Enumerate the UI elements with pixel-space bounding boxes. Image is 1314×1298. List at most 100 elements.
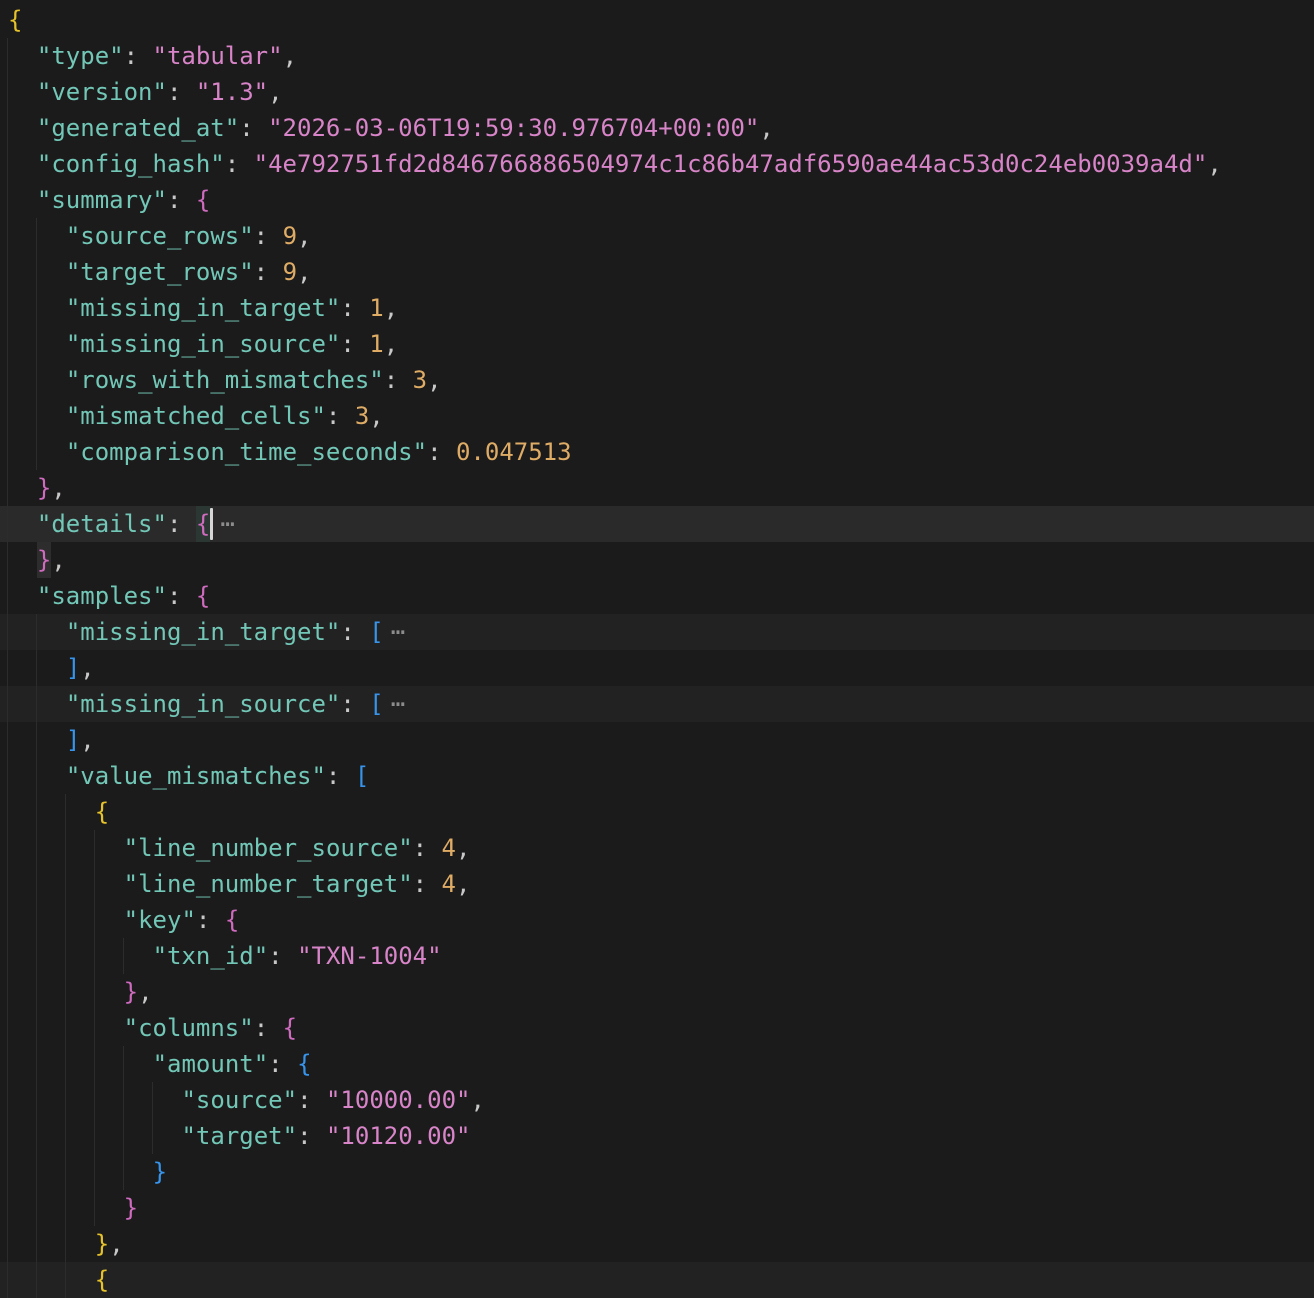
code-line[interactable]: }, (0, 542, 1314, 578)
bracket-match: } (37, 542, 51, 578)
code-line[interactable]: "missing_in_source": [… (0, 686, 1314, 722)
code-line[interactable]: { (0, 2, 1314, 38)
indent-guide-line (65, 974, 66, 1010)
indent-guide-line (36, 1082, 37, 1118)
indent-guide-line (7, 866, 8, 902)
code-line[interactable]: "comparison_time_seconds": 0.047513 (0, 434, 1314, 470)
code-line[interactable]: "version": "1.3", (0, 74, 1314, 110)
code-line[interactable]: "details": {… (0, 506, 1314, 542)
code-line[interactable]: ], (0, 650, 1314, 686)
indent-guide-line (94, 1046, 95, 1082)
code-editor[interactable]: {"type": "tabular","version": "1.3","gen… (0, 0, 1314, 1298)
code-line[interactable]: "mismatched_cells": 3, (0, 398, 1314, 434)
code-line[interactable]: "columns": { (0, 1010, 1314, 1046)
code-line[interactable]: { (0, 1262, 1314, 1298)
indent-guide-line (7, 614, 8, 650)
code-line[interactable]: ], (0, 722, 1314, 758)
code-line[interactable]: "summary": { (0, 182, 1314, 218)
indent-guide-line (36, 902, 37, 938)
code-line[interactable]: "missing_in_source": 1, (0, 326, 1314, 362)
indent-guide-line (65, 1046, 66, 1082)
indent-guide-line (7, 470, 8, 506)
indent-guide-line (36, 1010, 37, 1046)
json-punctuation: : (167, 186, 196, 214)
indent-guide-line (123, 1082, 124, 1118)
code-line[interactable]: "missing_in_target": 1, (0, 290, 1314, 326)
json-punctuation: , (384, 330, 398, 358)
code-line[interactable]: { (0, 794, 1314, 830)
code-line[interactable]: "line_number_source": 4, (0, 830, 1314, 866)
bracket-pink: { (196, 582, 210, 610)
json-punctuation: : (413, 834, 442, 862)
indent-guide-line (7, 830, 8, 866)
code-line-text: { (0, 2, 1314, 38)
code-line[interactable]: }, (0, 470, 1314, 506)
code-line-text: "version": "1.3", (0, 74, 1314, 110)
json-key: "target" (181, 1122, 297, 1150)
json-punctuation: , (427, 366, 441, 394)
code-line[interactable]: "amount": { (0, 1046, 1314, 1082)
code-line-text: "mismatched_cells": 3, (0, 398, 1314, 434)
indent-guide-line (36, 830, 37, 866)
indent-guide-line (36, 1190, 37, 1226)
json-string-value: "10000.00" (326, 1086, 471, 1114)
indent-guide-line (7, 398, 8, 434)
bracket-pink: { (196, 186, 210, 214)
bracket-blue: ] (66, 654, 80, 682)
code-line[interactable]: "source": "10000.00", (0, 1082, 1314, 1118)
code-line[interactable]: "type": "tabular", (0, 38, 1314, 74)
json-punctuation: : (268, 942, 297, 970)
fold-ellipsis-icon[interactable]: … (391, 608, 405, 644)
json-number-value: 1 (369, 294, 383, 322)
code-line[interactable]: "value_mismatches": [ (0, 758, 1314, 794)
indent-guide-line (36, 1154, 37, 1190)
code-line[interactable]: "key": { (0, 902, 1314, 938)
code-line[interactable]: }, (0, 974, 1314, 1010)
json-punctuation: , (268, 78, 282, 106)
code-line[interactable]: "target": "10120.00" (0, 1118, 1314, 1154)
indent-guide-line (36, 254, 37, 290)
code-line[interactable]: "source_rows": 9, (0, 218, 1314, 254)
code-line[interactable]: "config_hash": "4e792751fd2d846766886504… (0, 146, 1314, 182)
json-string-value: "10120.00" (326, 1122, 471, 1150)
json-key: "config_hash" (37, 150, 225, 178)
bracket-pink: } (124, 978, 138, 1006)
json-punctuation: , (1207, 150, 1221, 178)
indent-guide-line (65, 1226, 66, 1262)
code-line[interactable]: "missing_in_target": [… (0, 614, 1314, 650)
code-line[interactable]: "line_number_target": 4, (0, 866, 1314, 902)
code-line-text: "comparison_time_seconds": 0.047513 (0, 434, 1314, 470)
code-line[interactable]: "generated_at": "2026-03-06T19:59:30.976… (0, 110, 1314, 146)
indent-guide-line (36, 794, 37, 830)
indent-guide-line (65, 1082, 66, 1118)
code-line[interactable]: "rows_with_mismatches": 3, (0, 362, 1314, 398)
json-punctuation: , (369, 402, 383, 430)
indent-guide-line (36, 722, 37, 758)
code-line[interactable]: } (0, 1154, 1314, 1190)
code-line[interactable]: } (0, 1190, 1314, 1226)
fold-ellipsis-icon[interactable]: … (391, 680, 405, 716)
json-key: "line_number_target" (124, 870, 413, 898)
json-punctuation: : (340, 330, 369, 358)
json-key: "missing_in_source" (66, 330, 341, 358)
code-line[interactable]: "txn_id": "TXN-1004" (0, 938, 1314, 974)
code-line-text: "line_number_target": 4, (0, 866, 1314, 902)
code-line[interactable]: "target_rows": 9, (0, 254, 1314, 290)
code-line-text: "key": { (0, 902, 1314, 938)
indent-guide-line (65, 1190, 66, 1226)
json-punctuation: : (268, 1050, 297, 1078)
json-key: "source_rows" (66, 222, 254, 250)
code-line-text: "config_hash": "4e792751fd2d846766886504… (0, 146, 1314, 182)
json-punctuation: : (326, 762, 355, 790)
indent-guide-line (36, 686, 37, 722)
fold-ellipsis-icon[interactable]: … (220, 500, 234, 536)
code-line[interactable]: "samples": { (0, 578, 1314, 614)
indent-guide-line (36, 1226, 37, 1262)
indent-guide-line (94, 1190, 95, 1226)
code-line-text: "columns": { (0, 1010, 1314, 1046)
code-line[interactable]: }, (0, 1226, 1314, 1262)
code-line-text: "value_mismatches": [ (0, 758, 1314, 794)
indent-guide-line (7, 38, 8, 74)
bracket-fold-target[interactable]: { (196, 506, 210, 542)
indent-guide-line (36, 434, 37, 470)
